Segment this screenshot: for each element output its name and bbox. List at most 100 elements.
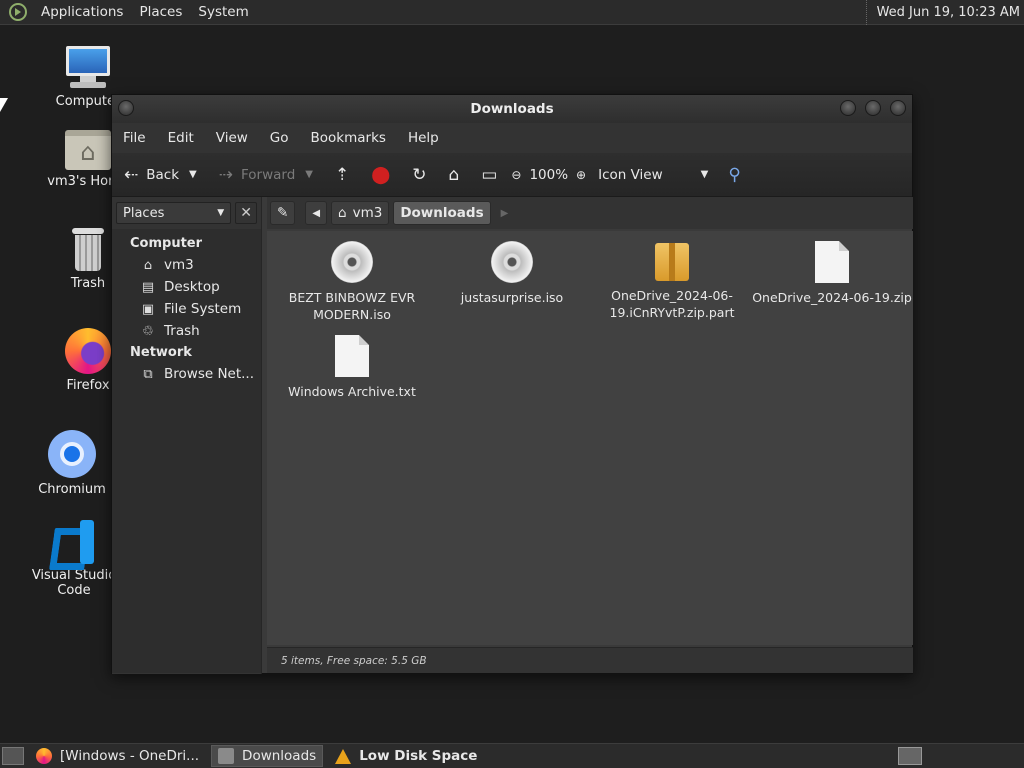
file-name: OneDrive_2024-06-19.zip (752, 290, 912, 305)
sidebar-item-vm3[interactable]: ⌂ vm3 (112, 254, 261, 276)
zoom-out-icon[interactable]: ⊖ (511, 168, 521, 182)
forward-label: Forward (240, 166, 296, 183)
file-name: justasurprise.iso (460, 290, 564, 305)
path-segment-downloads[interactable]: Downloads (393, 201, 491, 225)
trash-icon (70, 228, 106, 272)
file-name: OneDrive_2024-06-19.iCnRYvtP.zip.part (609, 288, 735, 320)
view-mode-select[interactable]: Icon View ▼ (598, 153, 708, 196)
zoom-in-icon[interactable]: ⊕ (576, 168, 586, 182)
task-downloads-window[interactable]: Downloads (211, 745, 324, 767)
panel-menu: Applications Places System (0, 0, 257, 24)
sidebar-section-computer: Computer (130, 236, 203, 251)
sidebar-mode-select[interactable]: Places ▼ (116, 202, 232, 224)
clock[interactable]: Wed Jun 19, 10:23 AM (865, 0, 1020, 25)
places-list: Computer ⌂ vm3 ▤ Desktop ▣ File System ♲… (112, 229, 261, 673)
menu-file[interactable]: File (112, 130, 157, 146)
top-panel: Applications Places System Wed Jun 19, 1… (0, 0, 1024, 25)
vscode-icon (52, 520, 96, 564)
sidebar-item-browse-network[interactable]: ⧉ Browse Net... (112, 363, 261, 385)
chevron-left-icon: ◀ (312, 207, 321, 219)
chromium-icon (48, 430, 96, 478)
show-desktop-button[interactable] (2, 747, 24, 765)
drive-icon: ▣ (141, 302, 155, 317)
path-scroll-right-button[interactable]: ▶ (495, 201, 515, 225)
disc-image-icon (491, 241, 533, 283)
sidebar-item-label: vm3 (164, 257, 194, 273)
back-arrow-icon: ⇠ (124, 164, 139, 185)
computer-icon[interactable]: ▭ (481, 165, 497, 185)
file-name: BEZT BINBOWZ EVR MODERN.iso (288, 290, 416, 322)
maximize-button[interactable] (865, 100, 881, 116)
workspace-switcher[interactable] (898, 747, 922, 765)
zoom-level[interactable]: 100% (529, 167, 568, 183)
task-label: [Windows - OneDri... (60, 748, 200, 764)
path-bar: ✎ ◀ ⌂ vm3 Downloads ▶ (267, 197, 913, 229)
status-bar: 5 items, Free space: 5.5 GB (267, 647, 913, 673)
file-manager-window: Downloads File Edit View Go Bookmarks He… (111, 94, 913, 674)
document-icon (335, 335, 369, 377)
menu-help[interactable]: Help (397, 130, 450, 146)
sidebar-header: Places ▼ ✕ (112, 197, 261, 229)
monitor-icon (64, 46, 112, 90)
back-button[interactable]: ⇠ Back ▼ (124, 153, 197, 196)
path-scroll-left-button[interactable]: ◀ (305, 201, 328, 225)
disc-image-icon (331, 241, 373, 283)
home-icon[interactable]: ⌂ (449, 165, 460, 185)
sidebar-item-label: Desktop (164, 279, 220, 295)
distro-logo-icon[interactable] (9, 3, 27, 21)
file-item[interactable]: OneDrive_2024-06-19.zip (752, 241, 912, 306)
file-item[interactable]: OneDrive_2024-06-19.iCnRYvtP.zip.part (592, 243, 752, 321)
task-firefox-window[interactable]: [Windows - OneDri... (30, 745, 205, 767)
menu-view[interactable]: View (205, 130, 259, 146)
window-menu-button[interactable] (118, 100, 134, 116)
trash-icon: ♲ (142, 324, 154, 339)
sidebar-item-desktop[interactable]: ▤ Desktop (112, 276, 261, 298)
stop-icon[interactable]: ⬤ (371, 165, 390, 185)
network-icon: ⧉ (143, 367, 153, 382)
sidebar-item-file-system[interactable]: ▣ File System (112, 298, 261, 320)
search-icon[interactable]: ⚲ (728, 165, 740, 185)
document-icon (815, 241, 849, 283)
toggle-location-entry-button[interactable]: ✎ (270, 201, 296, 225)
sidebar-item-label: Browse Net... (164, 366, 255, 382)
path-segment-label: Downloads (400, 205, 484, 221)
sidebar-section-network: Network (130, 345, 192, 360)
close-button[interactable] (890, 100, 906, 116)
file-icon-view[interactable]: BEZT BINBOWZ EVR MODERN.iso justasurpris… (267, 231, 913, 645)
menu-applications[interactable]: Applications (33, 0, 131, 25)
menu-go[interactable]: Go (259, 130, 300, 146)
task-low-disk-space-alert[interactable]: Low Disk Space (329, 745, 483, 767)
menu-edit[interactable]: Edit (157, 130, 205, 146)
home-folder-icon (65, 130, 111, 170)
forward-button[interactable]: ⇢ Forward ▼ (219, 153, 313, 196)
toolbar: ⇠ Back ▼ ⇢ Forward ▼ ⇡ ⬤ ↻ ⌂ ▭ ⊖ 100% ⊕ … (112, 153, 912, 197)
menubar: File Edit View Go Bookmarks Help (112, 123, 912, 153)
window-title: Downloads (470, 101, 554, 117)
minimize-button[interactable] (840, 100, 856, 116)
back-history-dropdown-icon[interactable]: ▼ (189, 169, 197, 180)
file-name: Windows Archive.txt (288, 384, 416, 399)
edit-icon: ✎ (277, 205, 289, 221)
forward-history-dropdown-icon[interactable]: ▼ (305, 169, 313, 180)
sidebar-item-trash[interactable]: ♲ Trash (112, 320, 261, 342)
file-item[interactable]: BEZT BINBOWZ EVR MODERN.iso (272, 241, 432, 323)
view-mode-value: Icon View (598, 166, 663, 183)
sidebar: Places ▼ ✕ Computer ⌂ vm3 ▤ Desktop ▣ Fi… (112, 197, 262, 674)
home-folder-icon: ⌂ (338, 205, 347, 221)
firefox-icon (65, 328, 111, 374)
path-segment-vm3[interactable]: ⌂ vm3 (331, 201, 390, 225)
menu-bookmarks[interactable]: Bookmarks (300, 130, 397, 146)
reload-icon[interactable]: ↻ (412, 165, 426, 185)
desktop-icon-chromium[interactable]: Chromium (24, 430, 120, 497)
menu-places[interactable]: Places (131, 0, 190, 25)
mouse-pointer-icon (0, 98, 8, 112)
up-arrow-icon[interactable]: ⇡ (335, 165, 349, 185)
chevron-right-icon: ▶ (500, 207, 509, 219)
window-titlebar[interactable]: Downloads (112, 95, 912, 123)
menu-system[interactable]: System (190, 0, 256, 25)
package-icon (655, 243, 689, 281)
file-item[interactable]: Windows Archive.txt (272, 335, 432, 400)
file-item[interactable]: justasurprise.iso (432, 241, 592, 306)
sidebar-close-button[interactable]: ✕ (235, 202, 257, 224)
chevron-down-icon: ▼ (217, 208, 225, 218)
